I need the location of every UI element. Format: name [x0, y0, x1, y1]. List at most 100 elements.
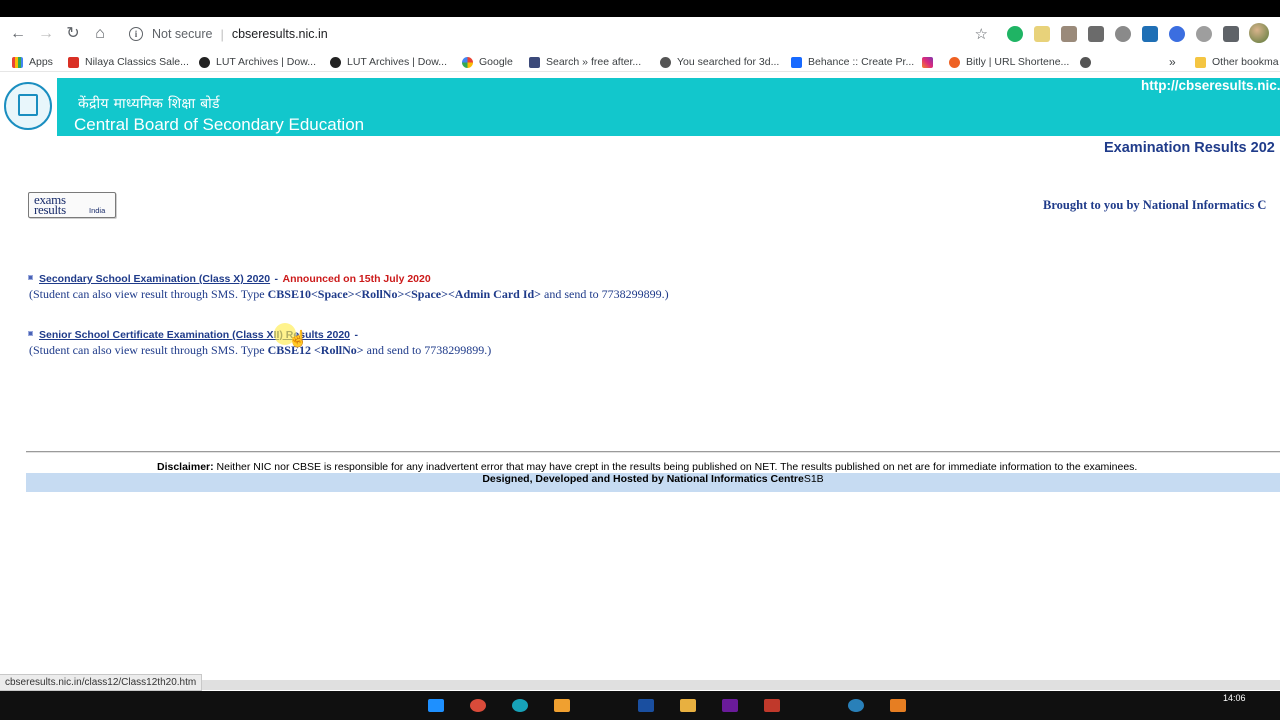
designed-by-text: Designed, Developed and Hosted by Nation… — [482, 473, 804, 485]
taskbar-app-icon[interactable] — [722, 699, 738, 712]
google-icon — [462, 56, 473, 68]
disclaimer-text: Disclaimer: Neither NIC nor CBSE is resp… — [157, 461, 1137, 473]
address-separator: | — [220, 26, 224, 42]
result-entry-class-x: Secondary School Examination (Class X) 2… — [28, 269, 431, 287]
search-extension-icon[interactable] — [1169, 26, 1185, 42]
grammarly-extension-icon[interactable] — [1007, 26, 1023, 42]
settings-extension-icon[interactable] — [1115, 26, 1131, 42]
map-extension-icon[interactable] — [1142, 26, 1158, 42]
cbse-header-banner: केंद्रीय माध्यमिक शिक्षा बोर्ड Central B… — [0, 78, 1280, 136]
behance-icon — [791, 56, 802, 68]
logo-line-3: India — [89, 206, 106, 215]
bookmark-star-icon[interactable]: ☆ — [975, 25, 988, 43]
bookmark-label: LUT Archives | Dow... — [347, 56, 447, 68]
gmail-icon — [68, 56, 79, 68]
bookmark-label: You searched for 3d... — [677, 56, 780, 68]
bookmark-label: Behance :: Create Pr... — [808, 56, 915, 68]
profile-avatar[interactable] — [1249, 23, 1269, 43]
globe-icon — [660, 56, 671, 68]
entry-dash: - — [354, 329, 358, 341]
grid-extension-icon[interactable] — [1088, 26, 1104, 42]
designed-by-suffix: S1B — [803, 473, 824, 485]
apps-grid-icon — [12, 56, 23, 68]
logo-line-2: results — [34, 202, 66, 217]
status-bar-url: cbseresults.nic.in/class12/Class12th20.h… — [0, 674, 203, 691]
taskbar-app-icon[interactable] — [890, 699, 906, 712]
back-arrow-icon[interactable]: ← — [8, 24, 28, 44]
sms-prefix: (Student can also view result through SM… — [29, 287, 268, 301]
taskbar-app-icon[interactable] — [848, 699, 864, 712]
reload-icon[interactable]: ↻ — [63, 24, 83, 44]
globe-icon — [1080, 56, 1091, 68]
window-top-bar — [0, 0, 1280, 17]
class-x-result-link[interactable]: Secondary School Examination (Class X) 2… — [39, 273, 270, 285]
class-x-sms-info: (Student can also view result through SM… — [29, 287, 669, 302]
taskbar-app-icon[interactable] — [554, 699, 570, 712]
site-url-link[interactable]: http://cbseresults.nic. — [1141, 78, 1280, 93]
bitly-icon — [949, 56, 960, 68]
bullet-icon — [28, 331, 33, 337]
bookmarks-overflow-chevron[interactable]: » — [1169, 54, 1176, 70]
taskbar-app-icon[interactable] — [512, 699, 528, 712]
forward-arrow-icon[interactable]: → — [36, 24, 56, 44]
bookmark-label: Bitly | URL Shortene... — [966, 56, 1070, 68]
bookmarks-bar: Apps Nilaya Classics Sale... LUT Archive… — [0, 51, 1280, 72]
address-bar[interactable]: i Not secure | cbseresults.nic.in ☆ — [120, 21, 1000, 47]
taskbar-app-icon[interactable] — [638, 699, 654, 712]
bookmark-instagram[interactable] — [922, 54, 939, 70]
info-icon[interactable]: i — [129, 27, 143, 41]
hand-cursor-icon: ☝ — [288, 331, 308, 348]
designed-by-bar: Designed, Developed and Hosted by Nation… — [26, 473, 1280, 492]
disclaimer-body: Neither NIC nor CBSE is responsible for … — [213, 461, 1138, 473]
bookmark-nilaya[interactable]: Nilaya Classics Sale... — [68, 54, 189, 70]
class-xii-sms-info: (Student can also view result through SM… — [29, 343, 491, 358]
security-label: Not secure — [152, 27, 213, 41]
cbse-emblem-icon — [4, 82, 52, 130]
bookmark-google[interactable]: Google — [462, 54, 513, 70]
bookmark-globe[interactable] — [1080, 54, 1097, 70]
home-icon[interactable]: ⌂ — [90, 24, 110, 44]
bookmark-lut-2[interactable]: LUT Archives | Dow... — [330, 54, 447, 70]
bookmark-bitly[interactable]: Bitly | URL Shortene... — [949, 54, 1069, 70]
sms-prefix: (Student can also view result through SM… — [29, 343, 268, 357]
bookmark-other[interactable]: Other bookma — [1195, 54, 1279, 70]
bookmark-label: Nilaya Classics Sale... — [85, 56, 189, 68]
globe-extension-icon[interactable] — [1196, 26, 1212, 42]
bullet-icon — [28, 275, 33, 281]
sms-code: CBSE12 <RollNo> — [267, 343, 364, 357]
site-icon — [529, 56, 540, 68]
bookmark-label: LUT Archives | Dow... — [216, 56, 316, 68]
puzzle-extensions-icon[interactable] — [1223, 26, 1239, 42]
camera-extension-icon[interactable] — [1061, 26, 1077, 42]
instagram-icon — [922, 56, 933, 68]
sms-suffix: and send to 7738299899.) — [363, 343, 492, 357]
sms-code: CBSE10<Space><RollNo><Space><Admin Card … — [267, 287, 541, 301]
bookmark-you-searched[interactable]: You searched for 3d... — [660, 54, 779, 70]
bookmark-behance[interactable]: Behance :: Create Pr... — [791, 54, 914, 70]
exams-results-india-logo[interactable]: exams results India — [28, 192, 116, 218]
folder-icon — [1195, 56, 1206, 68]
entry-dash: - — [274, 273, 279, 285]
bookmark-search[interactable]: Search » free after... — [529, 54, 641, 70]
result-entry-class-xii: Senior School Certificate Examination (C… — [28, 325, 358, 343]
chrome-taskbar-icon[interactable] — [470, 699, 486, 712]
bookmark-lut-1[interactable]: LUT Archives | Dow... — [199, 54, 316, 70]
disclaimer-label: Disclaimer: — [157, 461, 214, 473]
lut-icon — [330, 56, 341, 68]
taskbar-app-icon[interactable] — [428, 699, 444, 712]
examination-results-heading: Examination Results 202 — [1104, 140, 1275, 156]
bookmark-label: Google — [479, 56, 513, 68]
folder-taskbar-icon[interactable] — [680, 699, 696, 712]
brought-by-text: Brought to you by National Informatics C — [1043, 198, 1267, 212]
notes-extension-icon[interactable] — [1034, 26, 1050, 42]
bookmark-apps[interactable]: Apps — [12, 54, 53, 70]
announced-date: Announced on 15th July 2020 — [282, 273, 431, 285]
hindi-title: केंद्रीय माध्यमिक शिक्षा बोर्ड — [78, 96, 220, 112]
taskbar-app-icon[interactable] — [764, 699, 780, 712]
lut-icon — [199, 56, 210, 68]
browser-toolbar: ← → ↻ ⌂ i Not secure | cbseresults.nic.i… — [0, 17, 1280, 51]
horizontal-scrollbar[interactable] — [200, 680, 1280, 690]
taskbar-clock: 14:06 — [1223, 693, 1246, 703]
url-text[interactable]: cbseresults.nic.in — [232, 27, 328, 41]
bookmark-label: Search » free after... — [546, 56, 642, 68]
